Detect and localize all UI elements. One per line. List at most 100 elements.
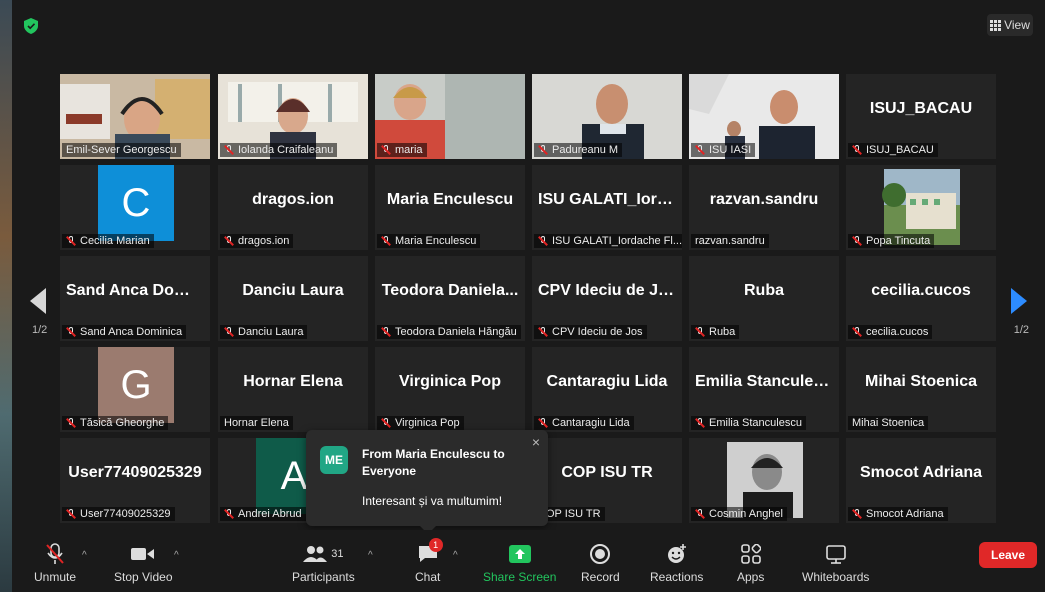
participant-name-label: Ruba xyxy=(691,325,740,339)
participant-tile[interactable]: Cosmin Anghel xyxy=(689,438,839,523)
close-icon[interactable]: × xyxy=(532,434,540,450)
stop-video-button[interactable]: Stop Video xyxy=(114,542,173,584)
participants-button[interactable]: 31 Participants xyxy=(292,542,355,584)
chat-sender-line: From Maria Enculescu to Everyone xyxy=(362,447,505,478)
participant-tile[interactable]: CPV Ideciu de Jos CPV Ideciu de Jos xyxy=(532,256,682,341)
participant-tile[interactable]: Emil-Sever Georgescu xyxy=(60,74,210,159)
apps-button[interactable]: Apps xyxy=(737,542,764,584)
participant-name-label: Teodora Daniela Hăngău xyxy=(377,325,521,339)
previous-page-icon[interactable] xyxy=(30,288,46,314)
muted-mic-icon xyxy=(381,418,391,428)
participant-tile[interactable]: Popa Tincuta xyxy=(846,165,996,250)
participant-tile[interactable]: cecilia.cucos cecilia.cucos xyxy=(846,256,996,341)
participant-tile[interactable]: ISUJ_BACAU ISUJ_BACAU xyxy=(846,74,996,159)
chat-button[interactable]: 1 Chat xyxy=(415,538,443,584)
chat-notification[interactable]: ME From Maria Enculescu to Everyone Inte… xyxy=(306,430,548,534)
participant-tile[interactable]: Cantaragiu Lida Cantaragiu Lida xyxy=(532,347,682,432)
participant-name-label: CPV Ideciu de Jos xyxy=(534,325,647,339)
muted-mic-icon xyxy=(695,509,705,519)
participant-tile[interactable]: COP ISU TR COP ISU TR xyxy=(532,438,682,523)
view-label: View xyxy=(1004,18,1030,32)
participant-name-label: Smocot Adriana xyxy=(848,507,948,521)
whiteboard-icon xyxy=(825,542,847,566)
participant-name-label: dragos.ion xyxy=(220,234,294,248)
participant-tile[interactable]: maria xyxy=(375,74,525,159)
muted-mic-icon xyxy=(852,509,862,519)
encryption-shield-icon[interactable] xyxy=(24,18,38,34)
reactions-smiley-icon xyxy=(666,542,688,566)
participant-name-label: Andrei Abrud xyxy=(220,507,306,521)
participant-tile[interactable]: Hornar Elena Hornar Elena xyxy=(218,347,368,432)
participant-name-label: Mihai Stoenica xyxy=(848,416,929,430)
participant-name-label: ISU IASI xyxy=(691,143,756,157)
participant-tile[interactable]: Mihai Stoenica Mihai Stoenica xyxy=(846,347,996,432)
participant-tile[interactable]: Virginica Pop Virginica Pop xyxy=(375,347,525,432)
participant-tile[interactable]: Teodora Daniela... Teodora Daniela Hăngă… xyxy=(375,256,525,341)
participant-tile[interactable]: User77409025329 User77409025329 xyxy=(60,438,210,523)
whiteboards-button[interactable]: Whiteboards xyxy=(802,542,869,584)
participant-display-name: CPV Ideciu de Jos xyxy=(538,282,677,299)
participant-display-name: Hornar Elena xyxy=(243,373,343,390)
unmute-button[interactable]: Unmute xyxy=(34,542,76,584)
participant-tile[interactable]: Sand Anca Domi... Sand Anca Dominica xyxy=(60,256,210,341)
participant-display-name: Mihai Stoenica xyxy=(864,373,978,390)
participant-tile[interactable]: Ruba Ruba xyxy=(689,256,839,341)
next-page-icon[interactable] xyxy=(1011,288,1027,314)
participant-tile[interactable]: dragos.ion dragos.ion xyxy=(218,165,368,250)
participant-tile[interactable]: Emilia Stanculescu Emilia Stanculescu xyxy=(689,347,839,432)
participant-display-name: cecilia.cucos xyxy=(871,282,971,299)
participant-name-label: Cantaragiu Lida xyxy=(534,416,634,430)
muted-mic-icon xyxy=(224,509,234,519)
participant-name-label: ISUJ_BACAU xyxy=(848,143,938,157)
participant-name-label: razvan.sandru xyxy=(691,234,769,248)
participant-display-name: Danciu Laura xyxy=(242,282,344,299)
apps-icon xyxy=(740,542,761,566)
participant-display-name: ISU GALATI_Iord... xyxy=(538,191,680,208)
participant-name-label: Emil-Sever Georgescu xyxy=(62,143,181,157)
participant-name-label: User77409025329 xyxy=(62,507,175,521)
muted-mic-icon xyxy=(538,236,548,246)
muted-mic-icon xyxy=(695,418,705,428)
reactions-button[interactable]: Reactions xyxy=(650,542,703,584)
participant-tile[interactable]: Padureanu M xyxy=(532,74,682,159)
participant-tile[interactable]: Iolanda Craifaleanu xyxy=(218,74,368,159)
muted-mic-icon xyxy=(538,327,548,337)
participant-tile[interactable]: C Cecilia Marian xyxy=(60,165,210,250)
participants-options-caret[interactable]: ^ xyxy=(368,550,373,561)
participant-display-name: Sand Anca Domi... xyxy=(66,282,206,299)
view-button[interactable]: View xyxy=(987,14,1033,36)
participant-display-name: Virginica Pop xyxy=(399,373,501,390)
participant-name-label: maria xyxy=(377,143,427,157)
participant-display-name: dragos.ion xyxy=(252,191,334,208)
chat-unread-badge: 1 xyxy=(428,538,443,552)
chat-message-text: Interesant și va multumim! xyxy=(362,494,503,508)
participant-tile[interactable]: ISU GALATI_Iord... ISU GALATI_Iordache F… xyxy=(532,165,682,250)
participant-tile[interactable]: G Tăsică Gheorghe xyxy=(60,347,210,432)
video-options-caret[interactable]: ^ xyxy=(174,550,179,561)
participant-name-label: Cosmin Anghel xyxy=(691,507,787,521)
record-button[interactable]: Record xyxy=(581,542,620,584)
participant-name-label: Maria Enculescu xyxy=(377,234,481,248)
leave-button[interactable]: Leave xyxy=(979,542,1037,568)
participant-name-label: Tăsică Gheorghe xyxy=(62,416,169,430)
chat-options-caret[interactable]: ^ xyxy=(453,550,458,561)
audio-options-caret[interactable]: ^ xyxy=(82,550,87,561)
share-screen-button[interactable]: Share Screen xyxy=(483,542,556,584)
muted-mic-icon xyxy=(381,236,391,246)
participant-display-name: Cantaragiu Lida xyxy=(546,373,668,390)
muted-mic-icon xyxy=(224,327,234,337)
muted-mic-icon xyxy=(66,327,76,337)
muted-mic-icon xyxy=(381,145,391,155)
participant-tile[interactable]: Maria Enculescu Maria Enculescu xyxy=(375,165,525,250)
participant-tile[interactable]: razvan.sandru razvan.sandru xyxy=(689,165,839,250)
participant-tile[interactable]: Danciu Laura Danciu Laura xyxy=(218,256,368,341)
sender-avatar: ME xyxy=(320,446,348,474)
participant-tile[interactable]: Smocot Adriana Smocot Adriana xyxy=(846,438,996,523)
participant-name-label: Danciu Laura xyxy=(220,325,308,339)
meeting-toolbar: Unmute ^ Stop Video ^ 31 Participants ^ … xyxy=(12,530,1045,592)
participant-tile[interactable]: ISU IASI xyxy=(689,74,839,159)
muted-mic-icon xyxy=(224,236,234,246)
participant-display-name: Maria Enculescu xyxy=(386,191,514,208)
participant-name-label: Emilia Stanculescu xyxy=(691,416,806,430)
muted-mic-icon xyxy=(66,509,76,519)
